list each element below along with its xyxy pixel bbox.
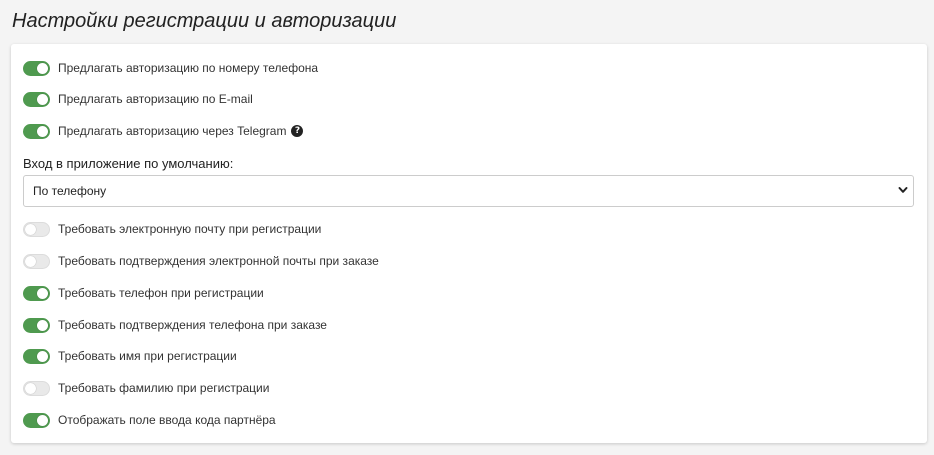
setting-label: Требовать электронную почту при регистра… — [58, 222, 322, 236]
setting-label: Требовать телефон при регистрации — [58, 286, 264, 300]
setting-row-require-email: Требовать электронную почту при регистра… — [23, 219, 321, 239]
setting-label: Предлагать авторизацию через Telegram — [58, 124, 287, 138]
setting-label: Требовать подтверждения электронной почт… — [58, 254, 379, 268]
confirm-phone-toggle[interactable] — [23, 317, 50, 333]
setting-label: Требовать подтверждения телефона при зак… — [58, 318, 327, 332]
chevron-down-icon — [898, 187, 908, 193]
setting-row-telegram-auth: Предлагать авторизацию через Telegram ? — [23, 121, 304, 141]
default-login-select[interactable]: По телефону — [23, 175, 914, 207]
require-surname-toggle[interactable] — [23, 380, 50, 396]
phone-auth-toggle[interactable] — [23, 60, 50, 76]
setting-label: Предлагать авторизацию по E-mail — [58, 92, 253, 106]
toggle-knob — [25, 223, 36, 235]
setting-row-confirm-email: Требовать подтверждения электронной почт… — [23, 251, 379, 271]
toggle-knob — [37, 125, 48, 137]
setting-row-require-name: Требовать имя при регистрации — [23, 346, 237, 366]
setting-label: Требовать фамилию при регистрации — [58, 381, 270, 395]
email-auth-toggle[interactable] — [23, 91, 50, 107]
setting-row-confirm-phone: Требовать подтверждения телефона при зак… — [23, 315, 327, 335]
toggle-knob — [37, 414, 48, 426]
setting-label: Отображать поле ввода кода партнёра — [58, 413, 276, 427]
setting-row-require-surname: Требовать фамилию при регистрации — [23, 378, 269, 398]
page-title: Настройки регистрации и авторизации — [12, 10, 397, 32]
toggle-knob — [25, 255, 36, 267]
settings-card: Предлагать авторизацию по номеру телефон… — [11, 44, 927, 443]
default-login-label: Вход в приложение по умолчанию: — [23, 156, 234, 171]
toggle-knob — [25, 382, 36, 394]
setting-row-require-phone: Требовать телефон при регистрации — [23, 283, 264, 303]
partner-code-toggle[interactable] — [23, 412, 50, 428]
question-circle-icon[interactable]: ? — [291, 125, 304, 137]
confirm-email-toggle[interactable] — [23, 253, 50, 269]
setting-row-phone-auth: Предлагать авторизацию по номеру телефон… — [23, 58, 318, 78]
setting-row-partner-code: Отображать поле ввода кода партнёра — [23, 410, 276, 430]
setting-label: Требовать имя при регистрации — [58, 349, 237, 363]
default-login-value: По телефону — [33, 184, 107, 198]
toggle-knob — [37, 287, 48, 299]
require-email-toggle[interactable] — [23, 221, 50, 237]
toggle-knob — [37, 319, 48, 331]
toggle-knob — [37, 93, 48, 105]
setting-row-email-auth: Предлагать авторизацию по E-mail — [23, 89, 253, 109]
toggle-knob — [37, 62, 48, 74]
require-name-toggle[interactable] — [23, 348, 50, 364]
setting-label: Предлагать авторизацию по номеру телефон… — [58, 61, 319, 75]
require-phone-toggle[interactable] — [23, 285, 50, 301]
toggle-knob — [37, 350, 48, 362]
telegram-auth-toggle[interactable] — [23, 123, 50, 139]
